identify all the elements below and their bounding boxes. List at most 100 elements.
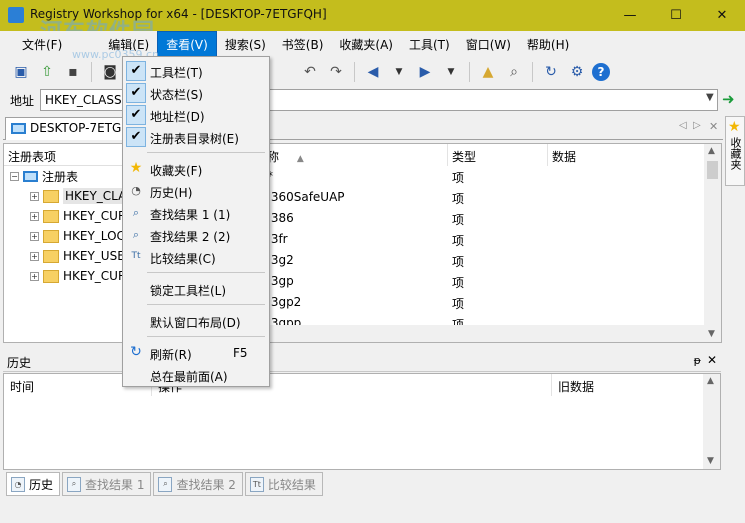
expand-icon[interactable]: + bbox=[30, 191, 39, 201]
table-row[interactable]: * 项 bbox=[263, 166, 703, 187]
close-button[interactable]: ✕ bbox=[699, 0, 745, 31]
settings-icon[interactable]: ⚙ bbox=[566, 61, 588, 83]
scroll-up-icon[interactable]: ▲ bbox=[708, 146, 715, 156]
address-dropdown-icon[interactable]: ▼ bbox=[706, 92, 714, 103]
tree-item[interactable]: + HKEY_CUR bbox=[30, 266, 126, 286]
menu-addressbar[interactable]: ✔ 地址栏(D) bbox=[125, 104, 267, 126]
menu-refresh[interactable]: ↻ 刷新(R) F5 bbox=[125, 342, 267, 364]
expand-icon[interactable]: + bbox=[30, 231, 39, 241]
tree-root[interactable]: − 注册表 bbox=[10, 166, 78, 186]
tab-prev-icon[interactable]: ◁ bbox=[679, 120, 687, 131]
table-row[interactable]: .3gpp 项 bbox=[263, 313, 703, 325]
history-close-icon[interactable]: ✕ bbox=[707, 353, 717, 367]
scroll-up-icon[interactable]: ▲ bbox=[707, 376, 714, 386]
menu-separator bbox=[147, 152, 265, 153]
favorites-strip[interactable]: ★ 收藏夹 bbox=[725, 116, 745, 186]
expand-icon[interactable]: + bbox=[30, 251, 39, 261]
menu-default-layout[interactable]: 默认窗口布局(D) bbox=[125, 310, 267, 332]
menu-search[interactable]: 搜索(S) bbox=[217, 32, 274, 57]
expand-icon[interactable]: + bbox=[30, 211, 39, 221]
compare-icon: Tt bbox=[131, 251, 141, 261]
favorites-strip-label: 收藏夹 bbox=[729, 137, 742, 170]
menu-find-results-2[interactable]: ⌕ 查找结果 2 (2) bbox=[125, 224, 267, 246]
menu-favorites[interactable]: 收藏夹(A) bbox=[331, 32, 401, 57]
tab-find-results-1[interactable]: ⌕ 查找结果 1 bbox=[62, 472, 152, 496]
tree-item[interactable]: + HKEY_CUR bbox=[30, 206, 126, 226]
menu-file[interactable]: 文件(F) bbox=[14, 32, 70, 57]
open-icon[interactable]: ▣ bbox=[10, 61, 32, 83]
forward-dropdown-icon[interactable]: ▼ bbox=[440, 61, 462, 83]
table-row[interactable]: .360SafeUAP 项 bbox=[263, 187, 703, 208]
refresh-icon[interactable]: ↻ bbox=[540, 61, 562, 83]
help-icon[interactable]: ? bbox=[592, 63, 610, 81]
history-scrollbar[interactable]: ▲ ▼ bbox=[703, 374, 720, 469]
scroll-down-icon[interactable]: ▼ bbox=[708, 329, 715, 339]
tree-root-label: 注册表 bbox=[42, 169, 79, 184]
forward-icon[interactable]: ▶ bbox=[414, 61, 436, 83]
tree-item-label: HKEY_LOC bbox=[63, 229, 125, 243]
tab-find-results-2[interactable]: ⌕ 查找结果 2 bbox=[153, 472, 243, 496]
menu-history-pane[interactable]: ◔ 历史(H) bbox=[125, 180, 267, 202]
column-name[interactable]: 称 ▲ bbox=[263, 144, 448, 166]
column-type[interactable]: 类型 bbox=[448, 144, 548, 166]
scroll-down-icon[interactable]: ▼ bbox=[707, 456, 714, 466]
table-row[interactable]: .3fr 项 bbox=[263, 229, 703, 250]
pin-icon[interactable]: ᵽ bbox=[694, 354, 701, 367]
folder-icon bbox=[43, 209, 59, 223]
menu-compare-results[interactable]: Tt 比较结果(C) bbox=[125, 246, 267, 268]
tab-compare-results[interactable]: Tt 比较结果 bbox=[244, 472, 323, 496]
undo-icon[interactable]: ↶ bbox=[299, 61, 321, 83]
menu-window[interactable]: 窗口(W) bbox=[458, 32, 519, 57]
tab-close-icon[interactable]: ✕ bbox=[709, 120, 718, 133]
camera-icon[interactable]: ◙ bbox=[99, 61, 121, 83]
menu-tools[interactable]: 工具(T) bbox=[401, 32, 458, 57]
horizontal-scrollbar[interactable] bbox=[263, 325, 704, 342]
up-folder-icon[interactable]: ▲ bbox=[477, 61, 499, 83]
title-bar: Registry Workshop for x64 - [DESKTOP-7ET… bbox=[0, 0, 745, 45]
table-row[interactable]: .3gp2 项 bbox=[263, 292, 703, 313]
history-panel[interactable]: 时间 操作 旧数据 ▲ ▼ bbox=[3, 373, 721, 470]
menu-favorites-pane[interactable]: ★ 收藏夹(F) bbox=[125, 158, 267, 180]
menu-always-on-top[interactable]: 总在最前面(A) bbox=[125, 364, 267, 386]
toolbar-separator bbox=[354, 62, 355, 82]
tree-item[interactable]: + HKEY_LOC bbox=[30, 226, 125, 246]
vertical-scrollbar[interactable]: ▲ ▼ bbox=[704, 144, 721, 342]
check-icon: ✔ bbox=[126, 105, 146, 125]
expand-icon[interactable]: + bbox=[30, 271, 39, 281]
menu-statusbar[interactable]: ✔ 状态栏(S) bbox=[125, 82, 267, 104]
scroll-thumb[interactable] bbox=[707, 161, 718, 179]
toolbar: ▣ ⇧ ▪ ◙ ↶ ↷ ◀ ▼ ▶ ▼ ▲ ⌕ ↻ ⚙ ? bbox=[0, 57, 745, 87]
tab-history[interactable]: ◔ 历史 bbox=[6, 472, 61, 496]
menu-separator bbox=[147, 336, 265, 337]
values-list[interactable]: 称 ▲ 类型 数据 * 项 .360SafeUAP 项 .386 项 .3fr 项 .3… bbox=[262, 143, 722, 343]
maximize-button[interactable]: ☐ bbox=[653, 0, 699, 31]
collapse-icon[interactable]: − bbox=[10, 171, 19, 181]
menu-toolbar[interactable]: ✔ 工具栏(T) bbox=[125, 60, 267, 82]
menu-bookmarks[interactable]: 书签(B) bbox=[274, 32, 332, 57]
back-dropdown-icon[interactable]: ▼ bbox=[388, 61, 410, 83]
tree-item-label: HKEY_CLA bbox=[63, 188, 129, 204]
menu-find-results-1[interactable]: ⌕ 查找结果 1 (1) bbox=[125, 202, 267, 224]
menu-help[interactable]: 帮助(H) bbox=[519, 32, 577, 57]
go-arrow-icon[interactable]: ➜ bbox=[722, 90, 735, 108]
menu-view[interactable]: 查看(V) bbox=[157, 30, 217, 58]
redo-icon[interactable]: ↷ bbox=[325, 61, 347, 83]
tree-item[interactable]: + HKEY_USE bbox=[30, 246, 125, 266]
tree-item[interactable]: + HKEY_CLA bbox=[30, 186, 129, 206]
tab-next-icon[interactable]: ▷ bbox=[693, 120, 701, 131]
table-row[interactable]: .3g2 项 bbox=[263, 250, 703, 271]
menu-lock-toolbars[interactable]: 锁定工具栏(L) bbox=[125, 278, 267, 300]
computer-icon bbox=[23, 170, 38, 182]
address-bar: 地址 bbox=[0, 87, 745, 113]
back-icon[interactable]: ◀ bbox=[362, 61, 384, 83]
toolbar-separator bbox=[91, 62, 92, 82]
column-data[interactable]: 数据 bbox=[548, 144, 703, 166]
column-old-data[interactable]: 旧数据 bbox=[552, 374, 704, 396]
minimize-button[interactable]: — bbox=[607, 0, 653, 31]
menu-registry-tree[interactable]: ✔ 注册表目录树(E) bbox=[125, 126, 267, 148]
save-icon[interactable]: ▪ bbox=[62, 61, 84, 83]
export-icon[interactable]: ⇧ bbox=[36, 61, 58, 83]
table-row[interactable]: .3gp 项 bbox=[263, 271, 703, 292]
table-row[interactable]: .386 项 bbox=[263, 208, 703, 229]
find-icon[interactable]: ⌕ bbox=[503, 61, 525, 83]
